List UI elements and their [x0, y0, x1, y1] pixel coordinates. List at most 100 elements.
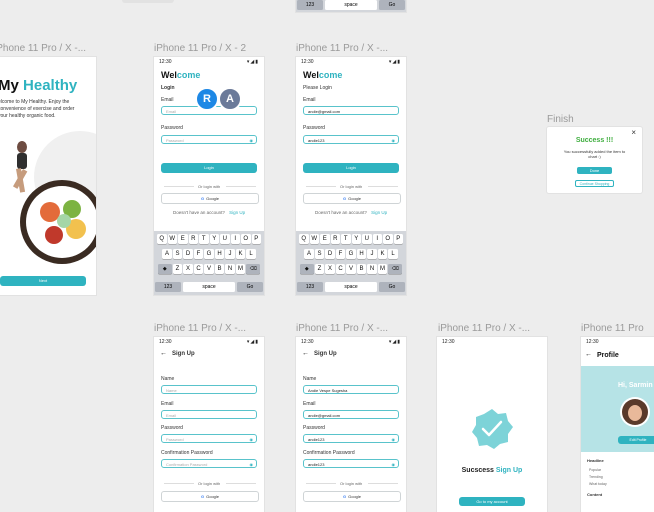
key[interactable]: G — [346, 249, 356, 259]
shift-key[interactable]: ◆ — [157, 264, 172, 274]
frame-label-login-1[interactable]: iPhone 11 Pro / X - 2 — [154, 43, 246, 54]
key[interactable]: D — [325, 249, 335, 259]
name-input[interactable]: Andie Vespe Sugesha — [303, 385, 399, 394]
backspace-key[interactable]: ⌫ — [388, 264, 403, 274]
google-login-button[interactable]: G Google — [161, 193, 259, 204]
key[interactable]: A — [162, 249, 172, 259]
key[interactable]: B — [214, 264, 225, 274]
signup-link[interactable]: Sign Up — [371, 210, 387, 215]
shift-key[interactable]: ◆ — [299, 264, 314, 274]
key[interactable]: S — [314, 249, 325, 259]
key-go[interactable]: Go — [237, 282, 263, 292]
key[interactable]: I — [372, 234, 382, 244]
login-screen-2[interactable]: 12:30 ▾◢▮ Welcome Please Login Email and… — [296, 57, 406, 295]
collaborator-avatar-a[interactable]: A — [218, 87, 242, 111]
key-space[interactable]: space — [325, 0, 377, 10]
key[interactable]: Z — [314, 264, 325, 274]
key[interactable]: C — [335, 264, 346, 274]
eye-icon[interactable]: ◉ — [250, 460, 254, 469]
key[interactable]: J — [367, 249, 377, 259]
key[interactable]: L — [388, 249, 398, 259]
key[interactable]: Y — [351, 234, 361, 244]
signup-link[interactable]: Sign Up — [229, 210, 245, 215]
signup-screen-2[interactable]: 12:30 ▾◢▮ ← Sign Up Name Andie Vespe Sug… — [296, 337, 406, 512]
dialog-continue-button[interactable]: Continue Shopping — [575, 180, 614, 187]
frame-label-signup-1[interactable]: iPhone 11 Pro / X -... — [154, 323, 246, 334]
password-input[interactable]: andie123 ◉ — [303, 135, 399, 144]
key[interactable]: E — [178, 234, 188, 244]
key[interactable]: P — [393, 234, 403, 244]
key[interactable]: O — [383, 234, 393, 244]
key[interactable]: S — [172, 249, 183, 259]
key[interactable]: N — [225, 264, 235, 274]
key-space[interactable]: space — [325, 282, 377, 292]
name-input[interactable]: Name — [161, 385, 257, 394]
key[interactable]: D — [183, 249, 193, 259]
eye-icon[interactable]: ◉ — [250, 435, 254, 444]
key[interactable]: M — [235, 264, 246, 274]
key[interactable]: C — [193, 264, 204, 274]
frame-label-finish[interactable]: Finish — [547, 114, 574, 125]
google-login-button[interactable]: G Google — [303, 491, 401, 502]
headline-item[interactable]: Popular — [589, 468, 601, 472]
key[interactable]: Q — [157, 234, 167, 244]
frame-label-profile[interactable]: iPhone 11 Pro — [581, 323, 644, 334]
password-input[interactable]: Password ◉ — [161, 135, 257, 144]
email-input[interactable]: Email — [161, 410, 257, 419]
signup-screen-1[interactable]: 12:30 ▾◢▮ ← Sign Up Name Name Email Emai… — [154, 337, 264, 512]
key[interactable]: F — [193, 249, 204, 259]
back-arrow-icon[interactable]: ← — [160, 350, 167, 357]
key[interactable]: A — [304, 249, 314, 259]
key[interactable]: Y — [209, 234, 219, 244]
back-arrow-icon[interactable]: ← — [302, 350, 309, 357]
key[interactable]: I — [230, 234, 240, 244]
dialog-close-icon[interactable]: × — [631, 128, 636, 137]
key[interactable]: H — [356, 249, 367, 259]
key-space[interactable]: space — [183, 282, 235, 292]
key[interactable]: M — [377, 264, 388, 274]
key[interactable]: T — [199, 234, 209, 244]
key[interactable]: F — [335, 249, 346, 259]
eye-icon[interactable]: ◉ — [392, 460, 396, 469]
frame-label-signup-2[interactable]: iPhone 11 Pro / X -... — [296, 323, 388, 334]
key[interactable]: K — [377, 249, 388, 259]
key[interactable]: U — [362, 234, 372, 244]
key[interactable]: V — [204, 264, 214, 274]
login-button[interactable]: Login — [161, 163, 257, 173]
welcome-screen[interactable]: My Healthy elcome to My Healthy. Enjoy t… — [0, 57, 96, 295]
key-123[interactable]: 123 — [297, 282, 323, 292]
login-button[interactable]: Login — [303, 163, 399, 173]
profile-screen[interactable]: 12:30 ← Profile Hi, Sarmin Edit Profile … — [581, 337, 654, 512]
key[interactable]: R — [188, 234, 198, 244]
eye-icon[interactable]: ◉ — [250, 136, 254, 145]
key[interactable]: G — [204, 249, 214, 259]
email-input[interactable]: andie@gmail.com — [303, 410, 399, 419]
password-input[interactable]: andie123 ◉ — [303, 434, 399, 443]
backspace-key[interactable]: ⌫ — [246, 264, 261, 274]
headline-item[interactable]: Trending — [589, 475, 603, 479]
key[interactable]: Q — [299, 234, 309, 244]
key[interactable]: N — [367, 264, 377, 274]
eye-icon[interactable]: ◉ — [392, 435, 396, 444]
confirm-password-input[interactable]: Confirmation Password ◉ — [161, 459, 257, 468]
google-login-button[interactable]: G Google — [303, 193, 401, 204]
dialog-done-button[interactable]: Done — [577, 167, 612, 174]
key[interactable]: H — [214, 249, 225, 259]
key-go[interactable]: Go — [379, 0, 405, 10]
key[interactable]: B — [356, 264, 367, 274]
frame-label-login-2[interactable]: iPhone 11 Pro / X -... — [296, 43, 388, 54]
key[interactable]: V — [346, 264, 356, 274]
google-login-button[interactable]: G Google — [161, 491, 259, 502]
key-go[interactable]: Go — [379, 282, 405, 292]
key[interactable]: W — [309, 234, 319, 244]
key-123[interactable]: 123 — [297, 0, 323, 10]
key[interactable]: T — [341, 234, 351, 244]
key[interactable]: X — [325, 264, 335, 274]
email-input[interactable]: andie@gmail.com — [303, 106, 399, 115]
key[interactable]: U — [220, 234, 230, 244]
success-screen[interactable]: 12:30 Sucscess Sign Up Go to my account — [437, 337, 547, 512]
welcome-next-button[interactable]: Next — [0, 276, 86, 286]
edit-profile-button[interactable]: Edit Profile — [618, 436, 654, 444]
key[interactable]: Z — [172, 264, 183, 274]
headline-item[interactable]: What today — [589, 482, 607, 486]
